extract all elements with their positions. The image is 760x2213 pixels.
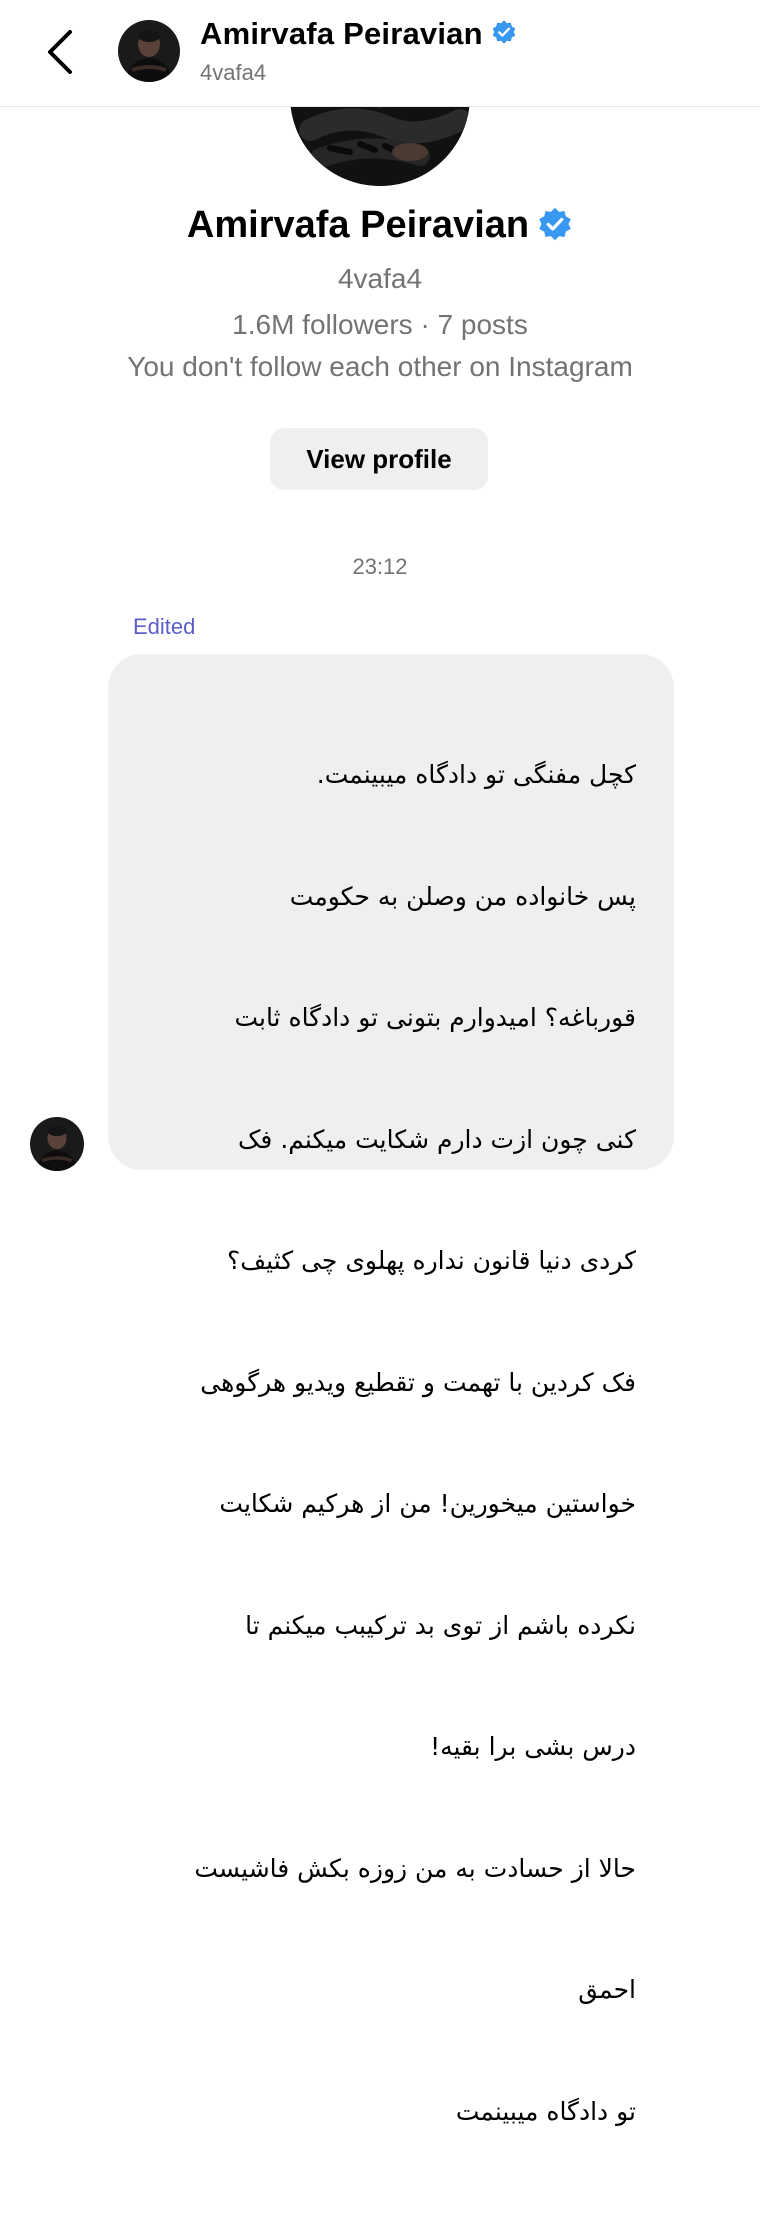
- verified-badge-icon: [537, 206, 573, 246]
- profile-name-row: Amirvafa Peiravian: [0, 204, 760, 247]
- message-line: درس بشی برا بقیه!: [430, 1732, 636, 1761]
- message-line: کردی دنیا قانون نداره پهلوی چی کثیف؟: [227, 1246, 636, 1275]
- message-line: قورباغه؟ امیدوارم بتونی تو دادگاه ثابت: [234, 1003, 636, 1032]
- message-line: پس خانواده من وصلن به حکومت: [289, 881, 636, 911]
- message-text: کچل مفنگی تو دادگاه میبینمت. پس خانواده …: [130, 674, 636, 2213]
- verified-badge-icon: [491, 19, 517, 49]
- message-line: کنی چون ازت دارم شکایت میکنم. فک: [238, 1124, 636, 1154]
- header-avatar[interactable]: [118, 20, 180, 82]
- chat-header: Amirvafa Peiravian 4vafa4: [0, 0, 760, 107]
- follow-status: You don't follow each other on Instagram: [127, 351, 633, 382]
- message-bubble[interactable]: کچل مفنگی تو دادگاه میبینمت. پس خانواده …: [108, 654, 674, 2126]
- header-name-row[interactable]: Amirvafa Peiravian: [200, 16, 517, 52]
- header-handle: 4vafa4: [200, 60, 267, 85]
- header-name: Amirvafa Peiravian: [200, 16, 483, 51]
- message-line: حالا از حسادت به من زوزه بکش فاشیست: [194, 1853, 636, 1883]
- edited-label[interactable]: Edited: [133, 614, 195, 640]
- message-line: کچل مفنگی تو دادگاه میبینمت.: [316, 760, 636, 789]
- profile-stats: 1.6M followers · 7 posts: [232, 309, 528, 340]
- chevron-left-icon: [48, 30, 72, 74]
- message-line: احمق: [578, 1975, 636, 2004]
- back-button[interactable]: [30, 18, 90, 86]
- sender-avatar[interactable]: [30, 1117, 84, 1171]
- profile-name: Amirvafa Peiravian: [186, 204, 530, 246]
- message-line: فک کردین با تهمت و تقطیع ویدیو هرگوهی: [200, 1367, 636, 1397]
- message-line: خواستین میخورین! من از هرکیم شکایت: [219, 1489, 636, 1518]
- message-line: تو دادگاه میبینمت: [455, 2096, 636, 2126]
- profile-handle: 4vafa4: [337, 263, 423, 294]
- message-line: نکرده باشم از توی بد ترکیبب میکنم تا: [245, 1610, 636, 1640]
- message-timestamp: 23:12: [352, 554, 408, 579]
- view-profile-button[interactable]: View profile: [270, 428, 488, 490]
